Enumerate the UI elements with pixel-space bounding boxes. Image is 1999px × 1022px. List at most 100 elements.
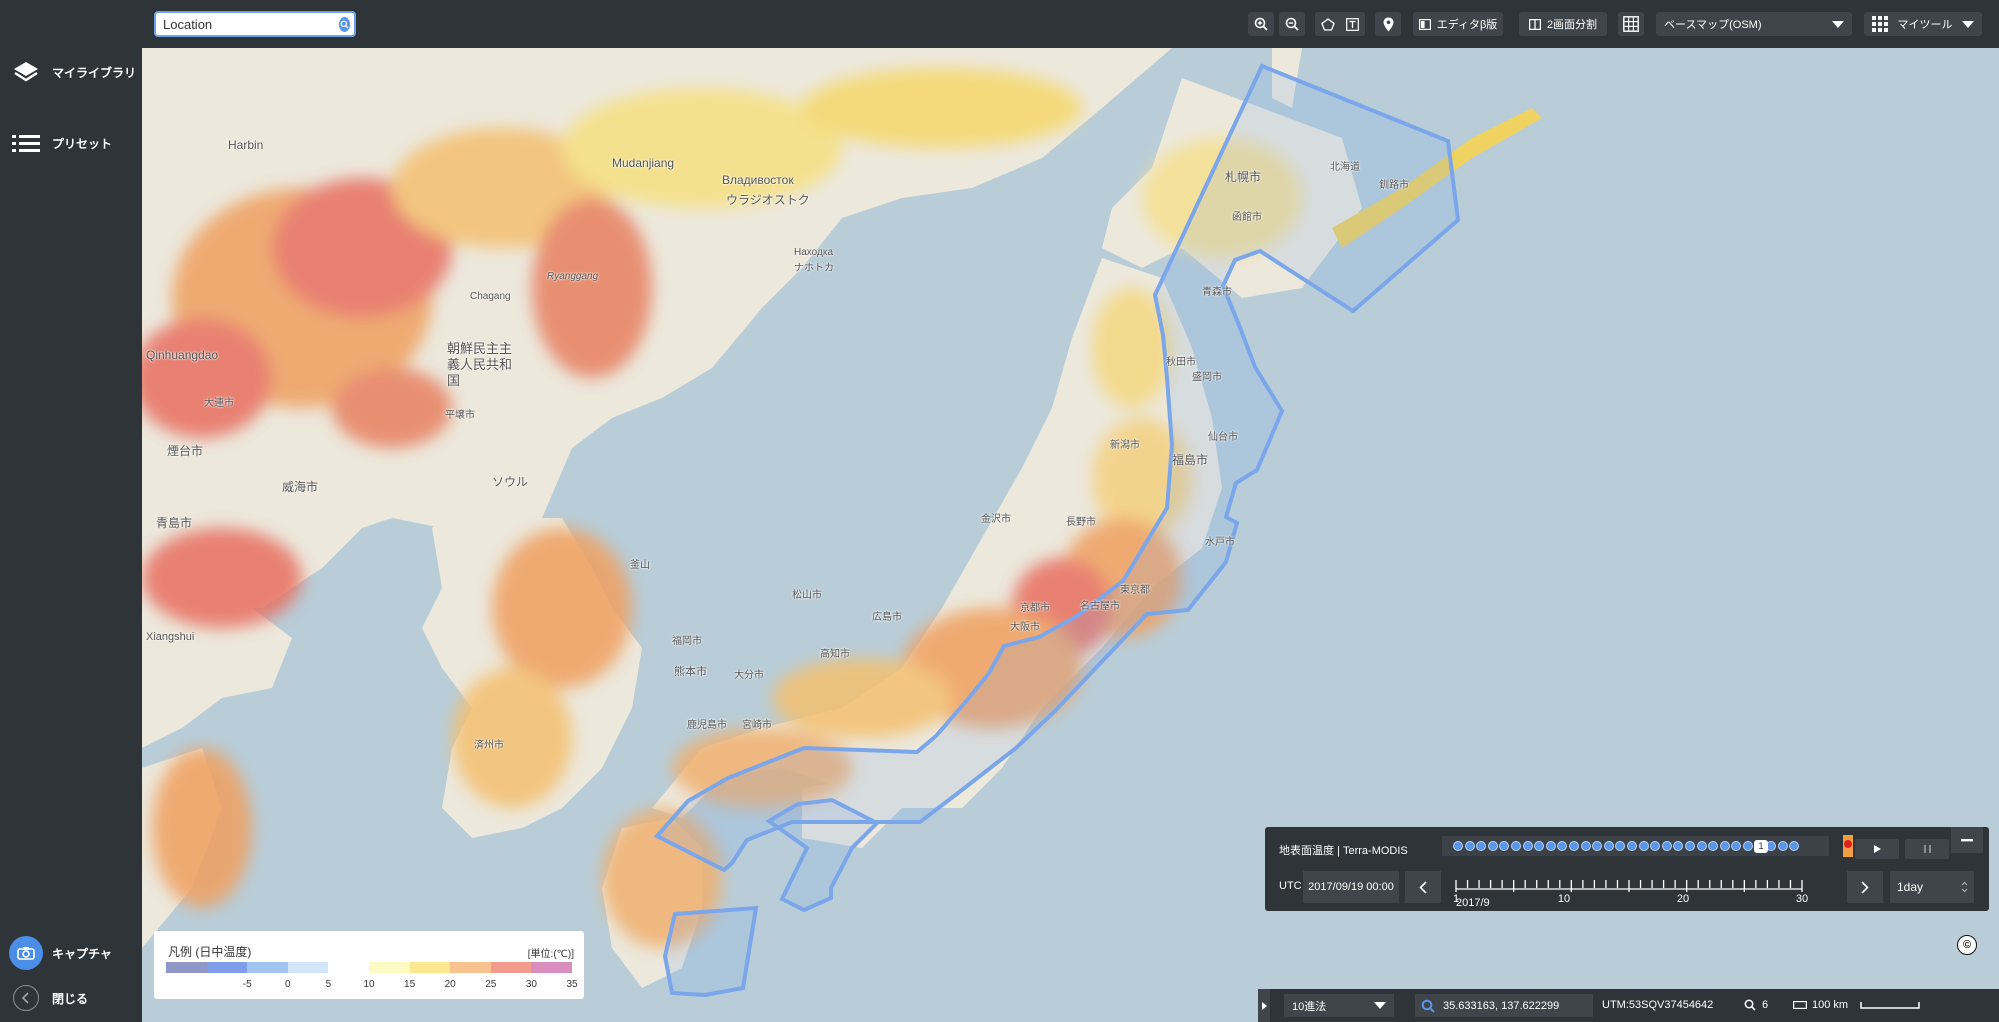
map-label: 福島市 (1172, 453, 1209, 467)
text-tool-icon[interactable] (1346, 17, 1360, 31)
minimize-button[interactable] (1951, 827, 1983, 853)
zoom-in-button[interactable] (1248, 12, 1274, 36)
date-dot[interactable] (1708, 841, 1719, 851)
date-dot[interactable] (1743, 841, 1753, 851)
legend-swatch (450, 962, 491, 973)
date-dot[interactable] (1453, 841, 1463, 851)
date-dot[interactable] (1580, 841, 1591, 851)
app-root: マイライブラリ プリセット キャプチャ 閉じる Location エディタβ版 … (0, 0, 1999, 1022)
utc-label: UTC (1279, 880, 1302, 892)
close-sidebar-button[interactable]: 閉じる (0, 976, 142, 1020)
sidebar-item-my-library[interactable]: マイライブラリ (0, 50, 142, 94)
date-dot[interactable] (1569, 841, 1579, 851)
minus-icon (1961, 838, 1973, 841)
pause-button[interactable] (1905, 839, 1949, 859)
date-dot[interactable] (1534, 841, 1545, 851)
location-search-input[interactable] (156, 14, 339, 34)
capture-button[interactable]: キャプチャ (0, 931, 142, 975)
date-dot[interactable] (1476, 841, 1487, 851)
map-label: 松山市 (792, 590, 822, 601)
chevron-left-icon (1419, 880, 1427, 894)
collapse-status-button[interactable] (1258, 989, 1270, 1022)
map-label: 新潟市 (1110, 440, 1140, 451)
map-label: 鹿児島市 (687, 720, 727, 731)
split-screen-button[interactable]: 2画面分割 (1519, 12, 1607, 36)
date-dot[interactable] (1557, 841, 1568, 851)
map-label: Находка (794, 247, 834, 258)
location-search (154, 11, 356, 37)
date-flag: 1 (1754, 840, 1768, 853)
date-dot[interactable] (1673, 841, 1684, 851)
sidebar-item-label: マイライブラリ (52, 65, 137, 80)
map-label: 京都市 (1020, 603, 1050, 614)
date-dot-track[interactable]: 1 (1442, 835, 1853, 857)
map-label: Xiangshui (146, 631, 195, 643)
map-label: 函館市 (1232, 212, 1262, 223)
date-dot[interactable] (1777, 841, 1788, 851)
map-label: Qinhuangdao (146, 348, 219, 362)
time-slider-panel: 地表面温度 | Terra-MODIS 1 UTC 2017/09/19 00:… (1265, 827, 1989, 911)
top-toolbar: エディタβ版 2画面分割 ベースマップ(OSM) マイツール (142, 0, 1999, 48)
coordinate-format-value: 10進法 (1292, 1000, 1327, 1013)
chevron-down-icon (1374, 1002, 1386, 1009)
editor-beta-button[interactable]: エディタβ版 (1413, 12, 1503, 36)
split-screen-icon (1528, 18, 1541, 30)
date-dot[interactable] (1627, 841, 1637, 851)
search-icon (1421, 999, 1435, 1013)
date-ruler[interactable]: 1 10 20 30 (1452, 877, 1812, 911)
capture-label: キャプチャ (52, 946, 112, 961)
date-dot[interactable] (1499, 841, 1510, 851)
map-label: ウラジオストク (726, 193, 810, 207)
map-label: ナホトカ (794, 263, 834, 274)
copyright-button[interactable]: © (1957, 935, 1977, 955)
sidebar-item-preset[interactable]: プリセット (0, 121, 142, 165)
date-dot[interactable] (1487, 841, 1498, 851)
date-dot[interactable] (1638, 841, 1649, 851)
date-dot[interactable] (1731, 841, 1742, 851)
date-dot[interactable] (1650, 841, 1661, 851)
ruler-label: 10 (1557, 893, 1571, 905)
marker-button[interactable] (1375, 12, 1401, 36)
map-label: Владивосток (722, 173, 794, 187)
date-dot[interactable] (1511, 841, 1521, 851)
date-dot[interactable] (1789, 841, 1800, 851)
map-label: 秋田市 (1166, 357, 1196, 368)
date-dot[interactable] (1592, 841, 1603, 851)
map-label: 仙台市 (1208, 432, 1238, 443)
zoom-out-button[interactable] (1279, 12, 1305, 36)
next-date-button[interactable] (1847, 871, 1883, 903)
map-label: Harbin (228, 138, 264, 152)
play-icon (1874, 845, 1881, 853)
scale-value: 100 km (1812, 999, 1849, 1011)
chevron-down-icon (1962, 20, 1974, 28)
time-step-select[interactable]: 1day (1890, 871, 1974, 903)
previous-date-button[interactable] (1405, 871, 1441, 903)
date-dot[interactable] (1615, 841, 1626, 851)
my-tools-button[interactable]: マイツール (1864, 12, 1982, 36)
draw-tools-group (1315, 12, 1365, 36)
coordinate-display[interactable]: 35.633163, 137.622299 (1415, 994, 1593, 1017)
grid-toggle-button[interactable] (1618, 12, 1644, 36)
date-dot[interactable] (1522, 841, 1533, 851)
list-icon (0, 133, 52, 153)
editor-beta-label: エディタβ版 (1436, 19, 1498, 31)
date-dot[interactable] (1545, 841, 1556, 851)
date-dot[interactable] (1603, 841, 1614, 851)
play-button[interactable] (1855, 839, 1899, 859)
basemap-select[interactable]: ベースマップ(OSM) (1656, 12, 1852, 36)
magnifier-icon (1744, 999, 1756, 1011)
coordinate-format-select[interactable]: 10進法 (1284, 994, 1394, 1017)
legend-tick-label: 15 (404, 979, 416, 990)
date-dot[interactable] (1719, 841, 1730, 851)
chevron-down-icon (1832, 20, 1844, 28)
polygon-icon[interactable] (1320, 17, 1335, 31)
search-icon[interactable] (339, 16, 350, 32)
map-label: 宮崎市 (742, 720, 772, 731)
date-dot[interactable] (1464, 841, 1475, 851)
selected-date-marker[interactable] (1843, 835, 1853, 857)
legend-tick-label: 25 (485, 979, 497, 990)
date-dot[interactable] (1685, 841, 1695, 851)
date-dot[interactable] (1696, 841, 1707, 851)
date-dot[interactable] (1661, 841, 1672, 851)
layers-icon (0, 58, 52, 86)
